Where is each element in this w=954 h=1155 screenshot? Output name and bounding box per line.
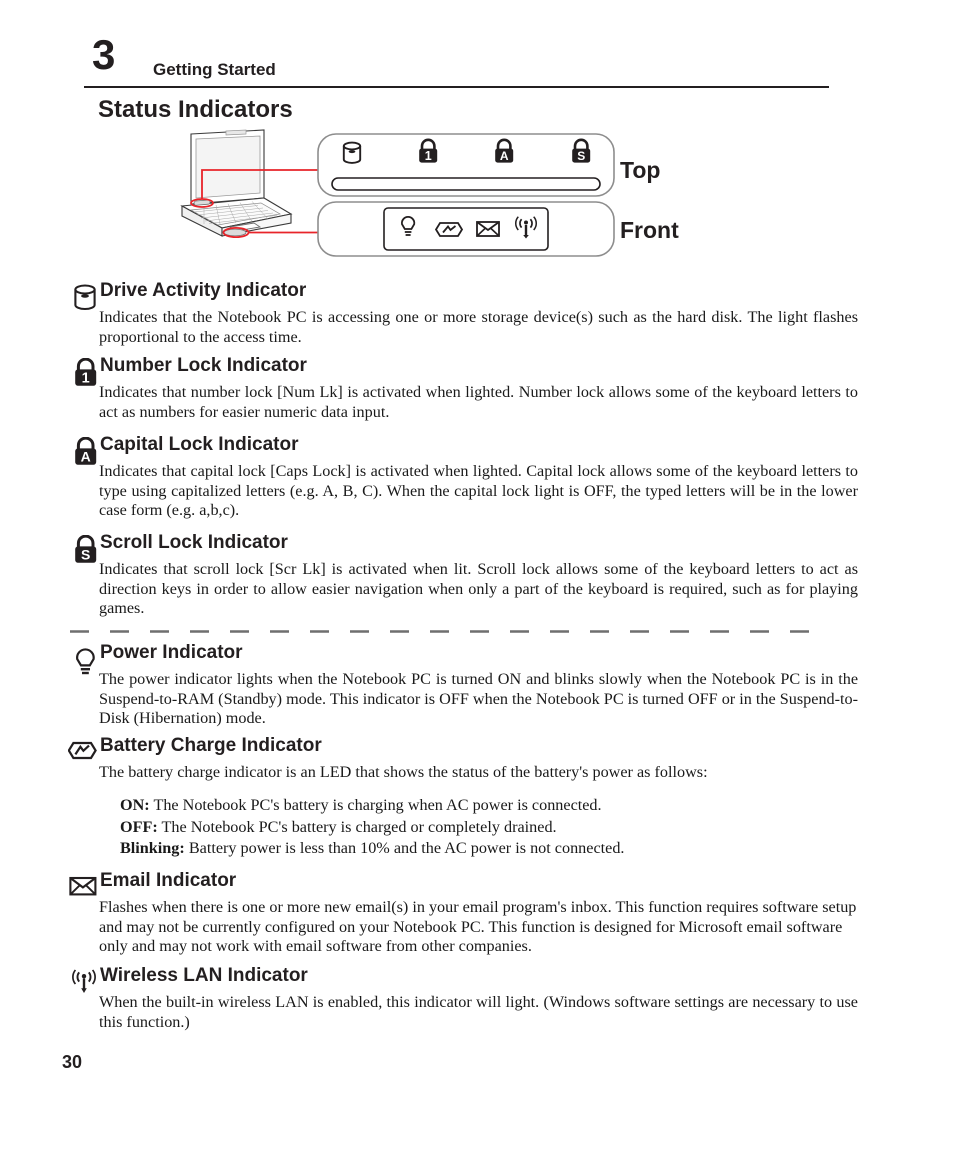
chapter-header: 3 Getting Started — [84, 34, 830, 86]
section-body: Indicates that the Notebook PC is access… — [99, 308, 858, 346]
page-number: 30 — [62, 1052, 83, 1072]
section-body: Indicates that scroll lock [Scr Lk] is a… — [99, 560, 858, 617]
svg-text:1: 1 — [425, 149, 432, 163]
section-title: Power Indicator — [100, 642, 243, 663]
section-divider — [70, 630, 830, 633]
page-title: Status Indicators — [98, 96, 293, 123]
battery-state-blinking-label: Blinking: — [120, 839, 185, 857]
section-title: Email Indicator — [100, 870, 237, 891]
battery-state-off-text: The Notebook PC's battery is charged or … — [161, 817, 557, 836]
section-body: The power indicator lights when the Note… — [99, 670, 858, 727]
email-icon — [69, 876, 97, 908]
number-lock-icon: 1 — [73, 358, 101, 390]
capital-lock-icon: A — [73, 437, 101, 469]
chapter-number: 3 — [92, 31, 115, 78]
section-body: Indicates that number lock [Num Lk] is a… — [99, 383, 858, 421]
section-body: Flashes when there is one or more new em… — [99, 898, 857, 955]
section-title: Number Lock Indicator — [100, 355, 307, 376]
section-title: Battery Charge Indicator — [100, 735, 322, 756]
section-title: Drive Activity Indicator — [100, 280, 307, 301]
document-page: 3 Getting Started Status Indicators 1 A … — [0, 0, 954, 1155]
status-indicator-diagram: 1 A S Top Front — [160, 128, 720, 262]
header-rule — [84, 86, 829, 88]
section-body: The battery charge indicator is an LED t… — [99, 763, 708, 781]
battery-state-on-text: The Notebook PC's battery is charging wh… — [153, 796, 602, 814]
section-body: When the built-in wireless LAN is enable… — [99, 993, 858, 1031]
svg-text:1: 1 — [82, 370, 90, 386]
power-icon — [73, 645, 101, 677]
battery-state-list: ON: The Notebook PC's battery is chargin… — [120, 795, 860, 860]
chapter-title: Getting Started — [153, 60, 276, 79]
svg-text:A: A — [81, 448, 91, 464]
svg-text:S: S — [577, 149, 585, 163]
drive-activity-icon — [73, 283, 101, 315]
svg-text:S: S — [81, 546, 90, 562]
diagram-label-front: Front — [620, 217, 679, 243]
battery-icon — [68, 740, 97, 772]
section-body: Indicates that capital lock [Caps Lock] … — [99, 462, 858, 519]
diagram-label-top: Top — [620, 157, 661, 183]
section-title: Wireless LAN Indicator — [100, 965, 308, 986]
section-title: Capital Lock Indicator — [100, 434, 299, 455]
battery-state-off: OFF: The Notebook PC's battery is charge… — [120, 817, 860, 839]
battery-state-on-label: ON: — [120, 796, 150, 814]
battery-state-on: ON: The Notebook PC's battery is chargin… — [120, 795, 860, 817]
svg-text:A: A — [500, 149, 509, 163]
battery-state-off-label: OFF: — [120, 817, 158, 836]
battery-state-blinking-text: Battery power is less than 10% and the A… — [188, 839, 625, 857]
scroll-lock-icon: S — [73, 535, 101, 567]
section-title: Scroll Lock Indicator — [100, 532, 288, 553]
wireless-lan-icon — [70, 969, 98, 1001]
battery-state-blinking: Blinking: Battery power is less than 10%… — [120, 838, 860, 860]
